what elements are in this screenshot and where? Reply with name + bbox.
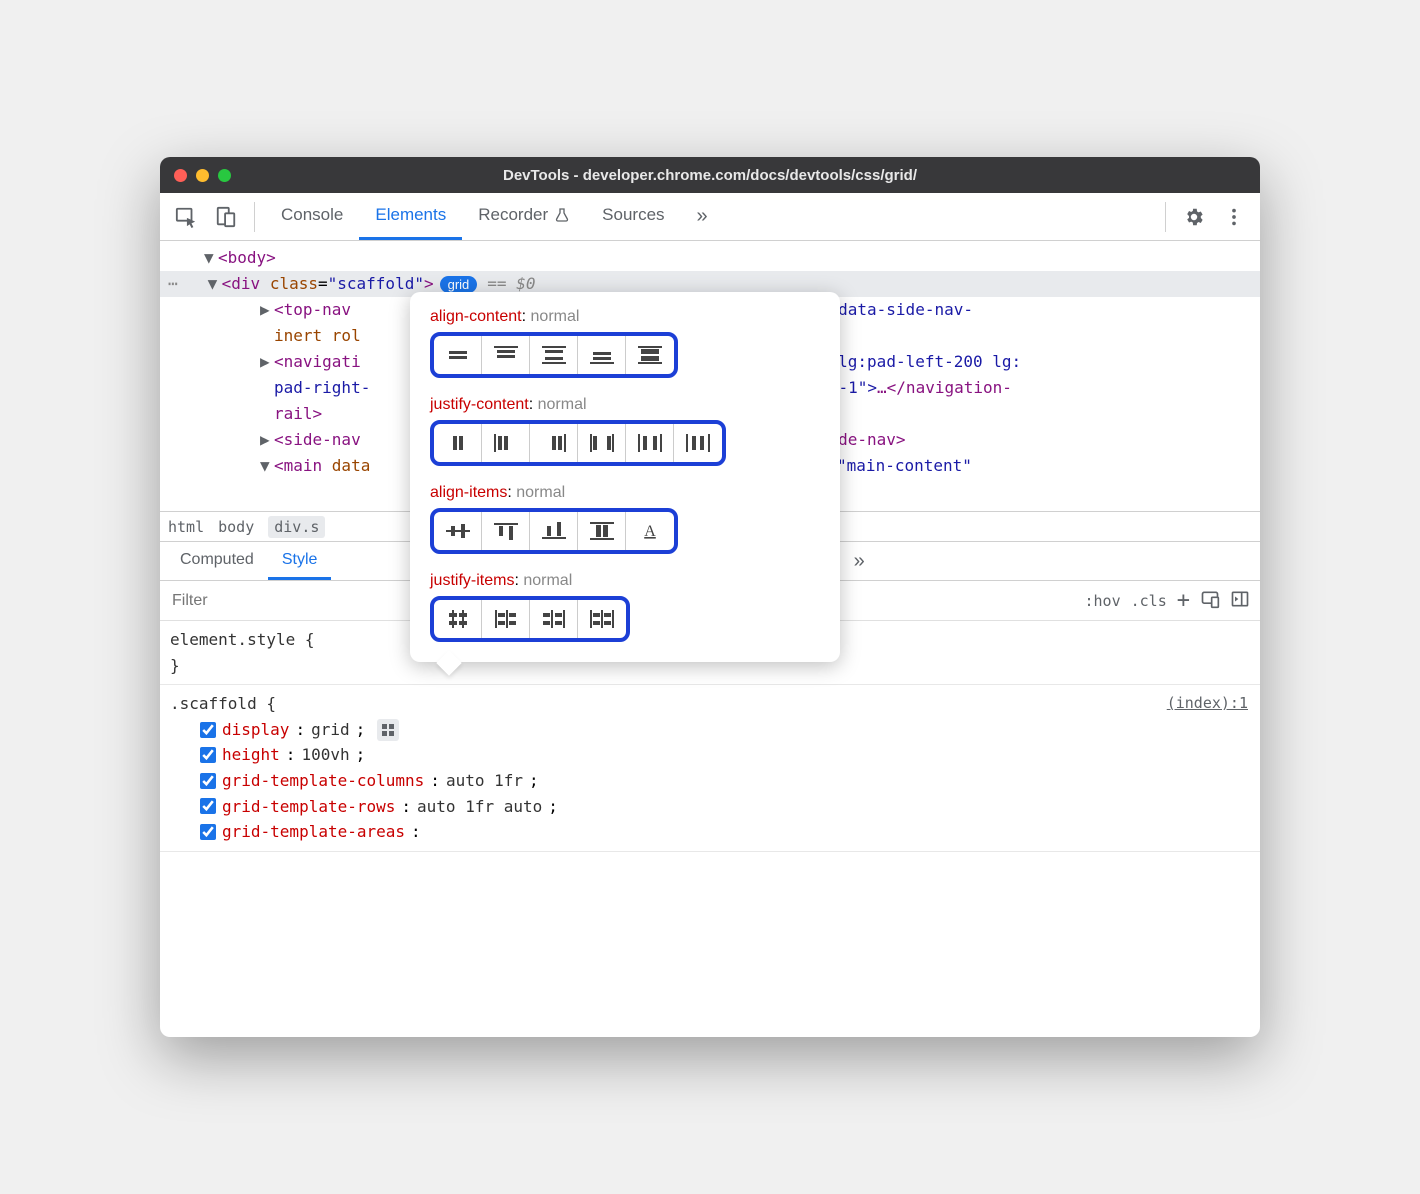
settings-icon[interactable] [1176,199,1212,235]
css-declaration[interactable]: grid-template-columns:auto 1fr; [170,768,1250,794]
justify-content-options [430,420,726,466]
titlebar: DevTools - developer.chrome.com/docs/dev… [160,157,1260,193]
breadcrumb-item[interactable]: div.s [268,516,325,538]
expand-toggle[interactable]: ▼ [260,454,274,478]
decl-toggle[interactable] [200,747,216,763]
inspect-icon[interactable] [168,199,204,235]
align-content-stretch-icon[interactable] [626,336,674,374]
grid-editor-popover: align-content: normal justify-content: n… [410,292,840,662]
devtools-window: DevTools - developer.chrome.com/docs/dev… [160,157,1260,1037]
justify-items-options [430,596,630,642]
tab-elements[interactable]: Elements [359,193,462,240]
decl-toggle[interactable] [200,798,216,814]
hov-button[interactable]: :hov [1085,592,1121,610]
align-items-start-icon[interactable] [482,512,530,550]
align-content-space-between-icon[interactable] [530,336,578,374]
breadcrumb-item[interactable]: html [168,518,204,536]
more-subtabs-button[interactable]: » [842,550,877,573]
align-content-start-icon[interactable] [482,336,530,374]
expand-toggle[interactable]: ▶ [260,350,274,374]
align-items-options: A [430,508,678,554]
justify-items-start-icon[interactable] [482,600,530,638]
justify-items-stretch-icon[interactable] [578,600,626,638]
align-content-end-icon[interactable] [578,336,626,374]
expand-toggle[interactable]: ▼ [208,272,222,296]
subtab-styles[interactable]: Style [268,542,332,580]
flask-icon [554,207,570,223]
traffic-lights [174,169,231,182]
expand-toggle[interactable]: ▼ [204,246,218,270]
toggle-sidebar-icon[interactable] [1230,589,1250,613]
source-link[interactable]: (index):1 [1167,691,1248,715]
align-items-baseline-icon[interactable]: A [626,512,674,550]
close-window-button[interactable] [174,169,187,182]
style-quick-buttons: :hov .cls + [1075,588,1261,613]
grid-editor-icon[interactable] [377,719,399,741]
kebab-menu-icon[interactable] [1216,199,1252,235]
panel-tabs: Console Elements Recorder Sources [265,193,681,240]
align-items-center-icon[interactable] [434,512,482,550]
css-declaration[interactable]: grid-template-areas: [170,819,1250,845]
css-declaration[interactable]: display:grid; [170,717,1250,743]
cls-button[interactable]: .cls [1131,592,1167,610]
minimize-window-button[interactable] [196,169,209,182]
maximize-window-button[interactable] [218,169,231,182]
device-toolbar-icon[interactable] [208,199,244,235]
justify-content-space-evenly-icon[interactable] [674,424,722,462]
expand-toggle[interactable]: ▶ [260,298,274,322]
justify-items-center-icon[interactable] [434,600,482,638]
justify-content-start-icon[interactable] [482,424,530,462]
align-content-options [430,332,678,378]
more-tabs-button[interactable]: » [685,205,720,228]
justify-items-end-icon[interactable] [530,600,578,638]
css-declaration[interactable]: height:100vh; [170,742,1250,768]
new-rule-button[interactable]: + [1177,588,1190,613]
justify-content-space-around-icon[interactable] [626,424,674,462]
justify-content-center-icon[interactable] [434,424,482,462]
grid-badge[interactable]: grid [440,276,478,293]
window-title: DevTools - developer.chrome.com/docs/dev… [503,167,917,184]
tab-console[interactable]: Console [265,193,359,240]
tab-recorder[interactable]: Recorder [462,193,586,240]
align-items-stretch-icon[interactable] [578,512,626,550]
decl-toggle[interactable] [200,824,216,840]
justify-content-end-icon[interactable] [530,424,578,462]
decl-toggle[interactable] [200,773,216,789]
line-menu-icon[interactable]: ⋯ [168,274,178,293]
align-items-end-icon[interactable] [530,512,578,550]
subtab-computed[interactable]: Computed [166,542,268,580]
justify-content-space-between-icon[interactable] [578,424,626,462]
scaffold-rule[interactable]: (index):1 .scaffold { display:grid; heig… [160,685,1260,852]
css-declaration[interactable]: grid-template-rows:auto 1fr auto; [170,794,1250,820]
styles-panel: element.style { } (index):1 .scaffold { … [160,621,1260,1037]
breadcrumb-item[interactable]: body [218,518,254,536]
svg-text:A: A [644,523,656,540]
styles-device-icon[interactable] [1200,589,1220,613]
tab-sources[interactable]: Sources [586,193,680,240]
main-toolbar: Console Elements Recorder Sources » [160,193,1260,241]
align-content-center-icon[interactable] [434,336,482,374]
decl-toggle[interactable] [200,722,216,738]
expand-toggle[interactable]: ▶ [260,428,274,452]
